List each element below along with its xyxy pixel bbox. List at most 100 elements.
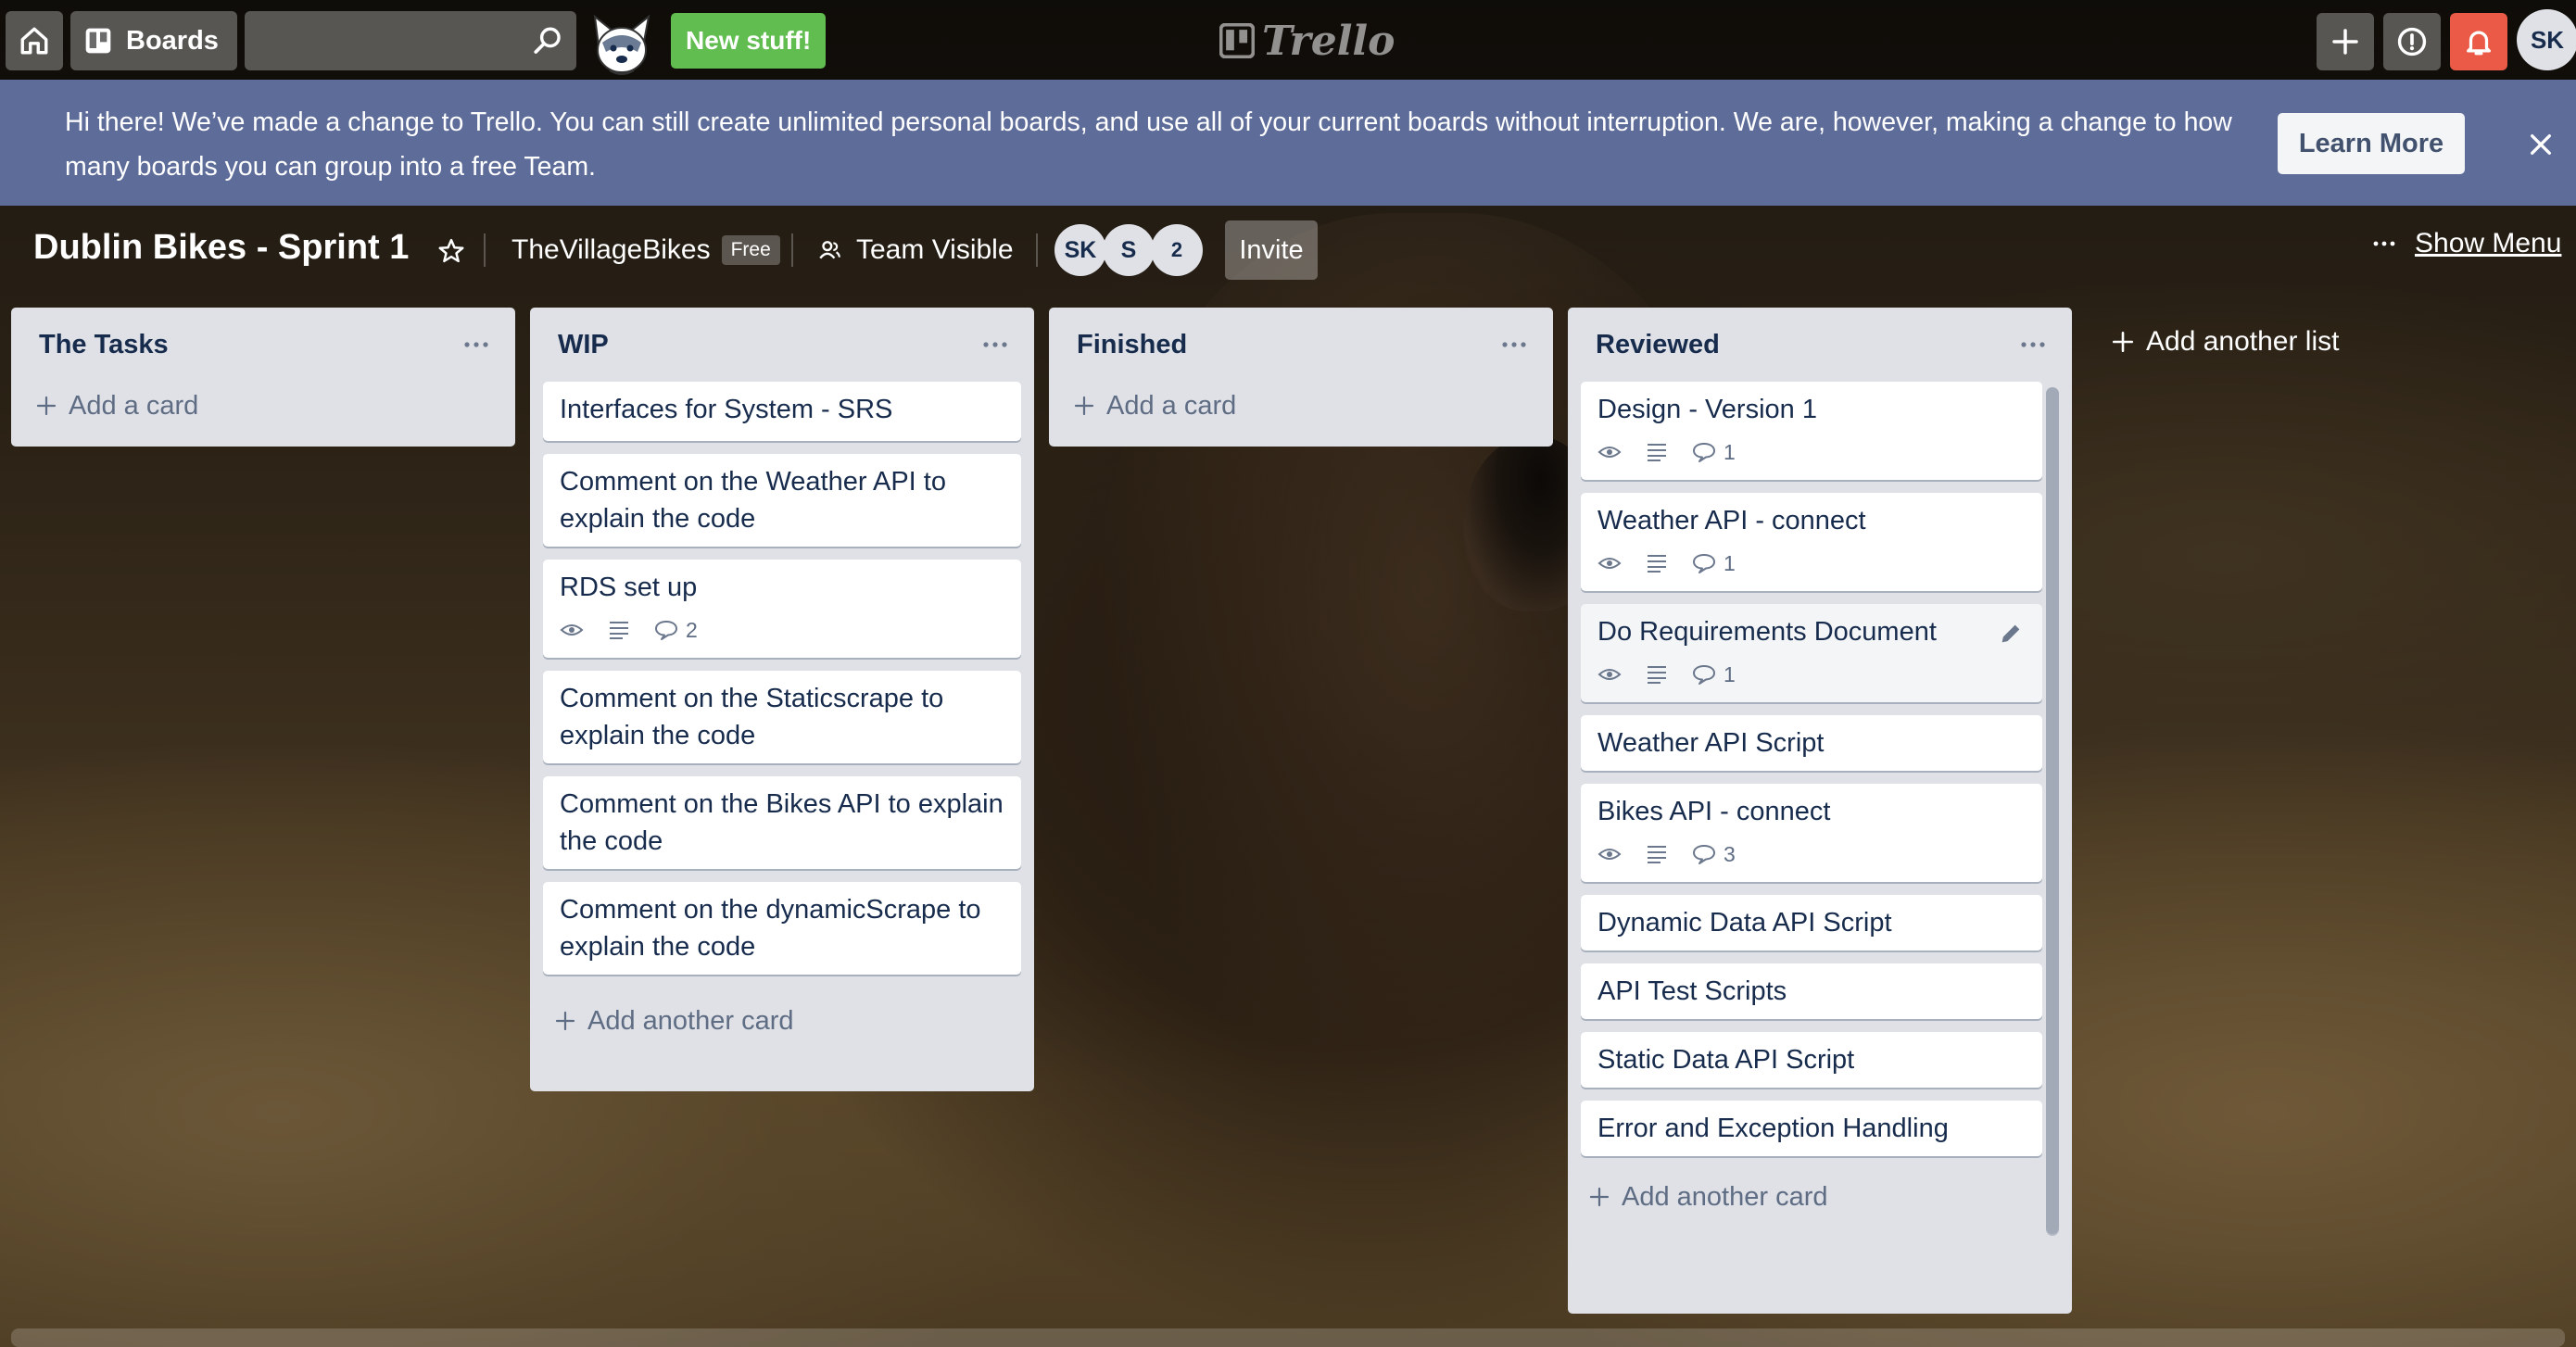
visibility-button[interactable]: Team Visible (806, 226, 1025, 274)
list-title[interactable]: The Tasks (39, 330, 169, 360)
list-title[interactable]: Finished (1077, 330, 1187, 360)
card-title: API Test Scripts (1597, 976, 1787, 1006)
member-overflow-count[interactable]: 2 (1151, 224, 1203, 276)
mascot-icon (593, 14, 650, 75)
card[interactable]: Interfaces for System - SRS (543, 382, 1021, 441)
comment-count: 1 (1724, 439, 1736, 464)
member-avatar[interactable]: SK (1054, 224, 1106, 276)
comment-count: 3 (1724, 841, 1736, 866)
card-badges: 1 (1597, 660, 2026, 689)
info-button[interactable] (2383, 13, 2441, 70)
watching-badge (1597, 845, 1622, 863)
plus-icon (1074, 396, 1094, 416)
invite-button[interactable]: Invite (1225, 220, 1318, 280)
new-stuff-button[interactable]: New stuff! (671, 13, 827, 69)
eye-icon (1597, 669, 1622, 680)
team-button[interactable]: TheVillageBikes Free (500, 226, 791, 274)
eye-icon (560, 624, 584, 636)
star-board-button[interactable] (432, 232, 471, 271)
add-list-button[interactable]: Add another list (2111, 326, 2339, 358)
description-icon (610, 622, 628, 639)
boards-label: Boards (126, 25, 219, 56)
plus-icon (2332, 29, 2358, 55)
card[interactable]: RDS set up 2 (543, 560, 1021, 658)
show-menu-button[interactable]: Show Menu (2372, 228, 2561, 259)
comment-icon (655, 621, 677, 640)
eye-icon (1597, 849, 1622, 860)
add-card-button[interactable]: Add a card (1049, 372, 1553, 439)
comments-badge: 3 (1692, 842, 1736, 867)
scrollbar-thumb[interactable] (2046, 387, 2059, 1236)
list-menu-button[interactable] (2014, 326, 2052, 363)
learn-more-button[interactable]: Learn More (2278, 113, 2465, 174)
trello-logo-icon (1219, 23, 1255, 58)
add-list-label: Add another list (2146, 326, 2340, 357)
trello-logo[interactable]: Trello (1219, 15, 1395, 67)
list-scrollbar[interactable] (2046, 387, 2059, 1236)
description-badge (1646, 553, 1668, 573)
ellipsis-icon (1502, 342, 1526, 347)
add-card-button[interactable]: Add another card (1568, 1169, 2072, 1225)
horizontal-scrollbar[interactable] (11, 1328, 2565, 1347)
card-title: Dynamic Data API Script (1597, 908, 1892, 938)
card[interactable]: Static Data API Script (1581, 1032, 2042, 1088)
card[interactable]: API Test Scripts (1581, 963, 2042, 1019)
add-card-label: Add a card (1106, 390, 1237, 421)
eye-icon (1597, 447, 1622, 458)
description-badge (608, 620, 630, 640)
add-card-button[interactable]: Add a card (11, 372, 515, 439)
list-title[interactable]: Reviewed (1596, 330, 1720, 360)
boards-button[interactable]: Boards (70, 11, 237, 70)
top-header: Boards New stuff! Trello SK (0, 0, 2576, 80)
card[interactable]: Comment on the Bikes API to explain the … (543, 776, 1021, 869)
card[interactable]: Weather API Script (1581, 715, 2042, 771)
card-title: Error and Exception Handling (1597, 1114, 1949, 1143)
comments-badge: 2 (654, 618, 698, 643)
comment-count: 1 (1724, 550, 1736, 575)
divider (791, 233, 793, 267)
card-title: Comment on the Bikes API to explain the … (560, 789, 1004, 856)
card[interactable]: Comment on the Weather API to explain th… (543, 454, 1021, 547)
add-card-label: Add another card (1622, 1181, 1828, 1212)
user-avatar[interactable]: SK (2517, 9, 2576, 70)
watching-badge (1597, 665, 1622, 684)
card-title: Bikes API - connect (1597, 797, 1831, 826)
board-title[interactable]: Dublin Bikes - Sprint 1 (33, 228, 409, 268)
card[interactable]: Weather API - connect 1 (1581, 493, 2042, 591)
card[interactable]: Dynamic Data API Script (1581, 895, 2042, 950)
divider (1036, 233, 1038, 267)
add-card-button[interactable]: Add another card (530, 988, 1034, 1054)
pencil-icon[interactable] (1998, 621, 2024, 647)
card[interactable]: Bikes API - connect 3 (1581, 784, 2042, 882)
eye-icon (1597, 558, 1622, 569)
comments-badge: 1 (1692, 551, 1736, 576)
home-button[interactable] (6, 11, 63, 70)
card[interactable]: Error and Exception Handling (1581, 1101, 2042, 1156)
team-name: TheVillageBikes (511, 234, 711, 265)
member-avatar[interactable]: S (1103, 224, 1155, 276)
list-menu-button[interactable] (1496, 326, 1533, 363)
card-badges: 1 (1597, 437, 2026, 467)
card-title: Weather API - connect (1597, 506, 1866, 535)
banner-close-button[interactable] (2520, 124, 2561, 165)
card-badges: 1 (1597, 548, 2026, 578)
comment-count: 2 (686, 617, 698, 642)
comments-badge: 1 (1692, 662, 1736, 687)
card[interactable]: Comment on the Staticscrape to explain t… (543, 671, 1021, 763)
plus-icon (1589, 1187, 1610, 1207)
description-badge (1646, 844, 1668, 864)
card-title: Comment on the Staticscrape to explain t… (560, 684, 944, 750)
trello-logo-text: Trello (1262, 17, 1395, 65)
card[interactable]: Comment on the dynamicScrape to explain … (543, 882, 1021, 975)
home-icon (20, 27, 48, 55)
card[interactable]: Do Requirements Document 1 (1581, 604, 2042, 702)
create-button[interactable] (2317, 13, 2374, 70)
list-title[interactable]: WIP (558, 330, 609, 360)
search-input[interactable] (245, 11, 576, 70)
notifications-button[interactable] (2450, 13, 2507, 70)
card-title: Do Requirements Document (1597, 617, 1937, 647)
card[interactable]: Design - Version 1 1 (1581, 382, 2042, 480)
comment-icon (1693, 845, 1715, 864)
list-menu-button[interactable] (977, 326, 1014, 363)
list-menu-button[interactable] (458, 326, 495, 363)
